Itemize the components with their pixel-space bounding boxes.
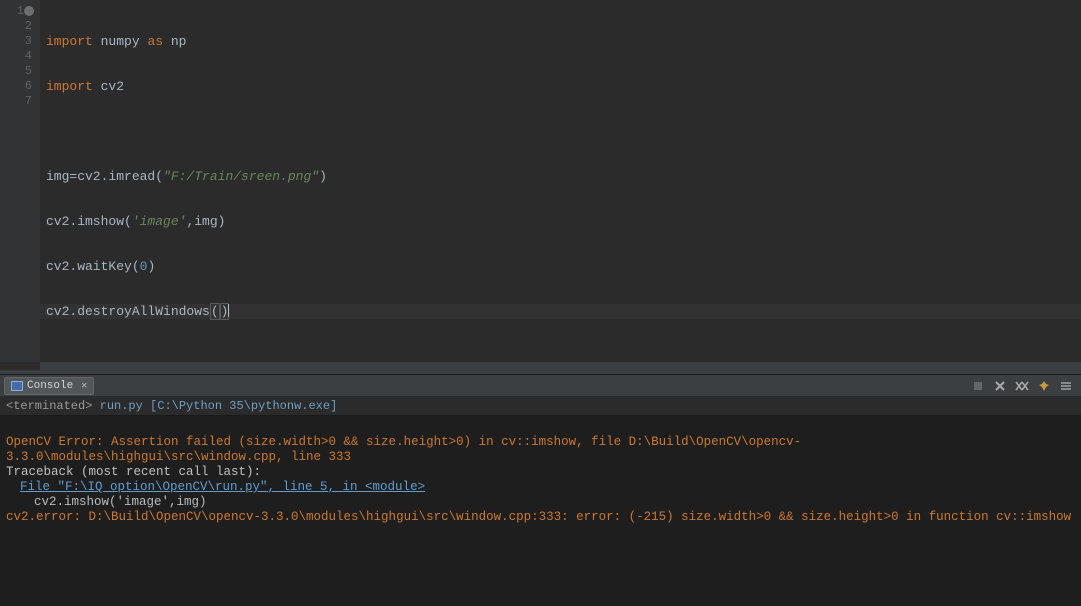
breakpoint-icon[interactable] <box>24 6 34 16</box>
code-area[interactable]: 1 2 3 4 5 6 7 import numpy as np import … <box>0 0 1081 362</box>
code-line: cv2.waitKey(0) <box>46 259 1081 274</box>
code-line: img=cv2.imread("F:/Train/sreen.png") <box>46 169 1081 184</box>
run-path: [C:\Python 35\pythonw.exe] <box>150 399 337 413</box>
console-output[interactable]: OpenCV Error: Assertion failed (size.wid… <box>0 416 1081 606</box>
run-file-link[interactable]: run.py <box>100 399 143 413</box>
code-line-active: cv2.destroyAllWindows() <box>40 304 1081 319</box>
error-line: cv2.error: D:\Build\OpenCV\opencv-3.3.0\… <box>6 510 1071 524</box>
horizontal-scrollbar[interactable] <box>40 362 1081 370</box>
line-number: 3 <box>0 34 32 49</box>
stop-icon[interactable] <box>971 379 985 393</box>
line-number: 7 <box>0 94 32 109</box>
code-line <box>46 124 1081 139</box>
console-toolbar <box>971 379 1077 393</box>
error-line: OpenCV Error: Assertion failed (size.wid… <box>6 435 801 464</box>
traceback-file-link[interactable]: File "F:\IQ option\OpenCV\run.py", line … <box>6 480 425 495</box>
code-line: import numpy as np <box>46 34 1081 49</box>
pin-icon[interactable] <box>1037 379 1051 393</box>
remove-all-icon[interactable] <box>1015 379 1029 393</box>
editor-pane: 1 2 3 4 5 6 7 import numpy as np import … <box>0 0 1081 370</box>
status-terminated: <terminated> <box>6 399 92 413</box>
console-tab[interactable]: Console ✕ <box>4 377 94 395</box>
traceback-line: Traceback (most recent call last): <box>6 465 261 479</box>
console-tab-label: Console <box>27 380 73 392</box>
traceback-code: cv2.imshow('image',img) <box>6 495 207 510</box>
console-header: Console ✕ <box>0 375 1081 397</box>
gutter: 1 2 3 4 5 6 7 <box>0 0 40 362</box>
console-subheader: <terminated> run.py [C:\Python 35\python… <box>0 397 1081 416</box>
options-icon[interactable] <box>1059 379 1073 393</box>
line-number: 4 <box>0 49 32 64</box>
remove-icon[interactable] <box>993 379 1007 393</box>
code-content[interactable]: import numpy as np import cv2 img=cv2.im… <box>40 0 1081 362</box>
line-number: 2 <box>0 19 32 34</box>
code-line: cv2.imshow('image',img) <box>46 214 1081 229</box>
text-cursor <box>228 304 229 317</box>
console-icon <box>11 381 23 391</box>
line-number: 5 <box>0 64 32 79</box>
console-pane: Console ✕ <terminated> run.py [C:\Python… <box>0 374 1081 606</box>
line-number: 1 <box>0 4 32 19</box>
code-line: import cv2 <box>46 79 1081 94</box>
close-icon[interactable]: ✕ <box>81 380 87 392</box>
line-number: 6 <box>0 79 32 94</box>
